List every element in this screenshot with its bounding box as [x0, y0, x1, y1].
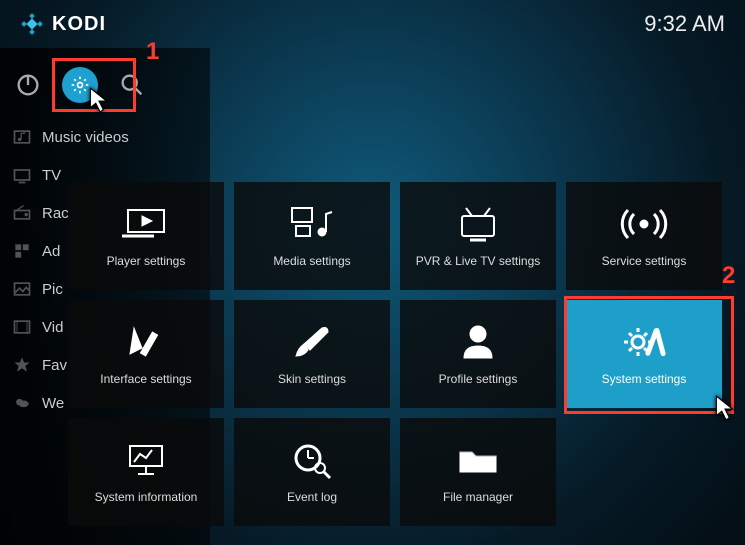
- annotation-box-1: [52, 58, 136, 112]
- profile-icon: [454, 322, 502, 362]
- tv-icon: [12, 165, 32, 185]
- annotation-number-1: 1: [146, 38, 159, 66]
- folder-icon: [454, 440, 502, 480]
- tile-file-manager[interactable]: File manager: [400, 418, 556, 526]
- brush-icon: [288, 322, 336, 362]
- tile-label: Player settings: [107, 254, 186, 268]
- clock-search-icon: [288, 440, 336, 480]
- tile-label: File manager: [443, 490, 513, 504]
- weather-icon: [12, 393, 32, 413]
- videos-icon: [12, 317, 32, 337]
- sidebar-item-label: Fav: [42, 357, 67, 374]
- interface-icon: [122, 322, 170, 362]
- power-button[interactable]: [14, 71, 42, 99]
- app-name: KODI: [52, 13, 106, 36]
- tile-service-settings[interactable]: Service settings: [566, 182, 722, 290]
- annotation-number-2: 2: [722, 262, 735, 290]
- annotation-box-2: [564, 296, 734, 414]
- tile-label: Media settings: [273, 254, 350, 268]
- tile-label: Skin settings: [278, 372, 346, 386]
- power-icon: [14, 71, 42, 99]
- star-icon: [12, 355, 32, 375]
- sidebar-item-label: Music videos: [42, 129, 129, 146]
- sidebar-item-label: Rac: [42, 205, 69, 222]
- header-bar: KODI 9:32 AM: [0, 0, 745, 48]
- tile-pvr-settings[interactable]: PVR & Live TV settings: [400, 182, 556, 290]
- clock: 9:32 AM: [644, 11, 725, 37]
- tile-media-settings[interactable]: Media settings: [234, 182, 390, 290]
- tile-label: Service settings: [602, 254, 687, 268]
- tile-label: Interface settings: [100, 372, 191, 386]
- sidebar-item-label: Pic: [42, 281, 63, 298]
- app-logo: KODI: [20, 12, 106, 36]
- sidebar-item-label: Vid: [42, 319, 63, 336]
- pvr-tv-icon: [454, 204, 502, 244]
- sidebar-item-music-videos[interactable]: Music videos: [0, 118, 210, 156]
- tile-event-log[interactable]: Event log: [234, 418, 390, 526]
- tile-interface-settings[interactable]: Interface settings: [68, 300, 224, 408]
- sidebar-item-label: TV: [42, 167, 61, 184]
- sidebar-item-label: We: [42, 395, 64, 412]
- broadcast-icon: [620, 204, 668, 244]
- tile-label: Profile settings: [439, 372, 518, 386]
- music-video-icon: [12, 127, 32, 147]
- addons-icon: [12, 241, 32, 261]
- tile-label: Event log: [287, 490, 337, 504]
- tile-skin-settings[interactable]: Skin settings: [234, 300, 390, 408]
- tile-profile-settings[interactable]: Profile settings: [400, 300, 556, 408]
- tile-label: System information: [95, 490, 198, 504]
- tile-system-information[interactable]: System information: [68, 418, 224, 526]
- media-icon: [288, 204, 336, 244]
- presentation-icon: [122, 440, 170, 480]
- player-icon: [122, 204, 170, 244]
- pictures-icon: [12, 279, 32, 299]
- tile-player-settings[interactable]: Player settings: [68, 182, 224, 290]
- kodi-logo-icon: [20, 12, 44, 36]
- tile-label: PVR & Live TV settings: [416, 254, 541, 268]
- sidebar-item-label: Ad: [42, 243, 60, 260]
- radio-icon: [12, 203, 32, 223]
